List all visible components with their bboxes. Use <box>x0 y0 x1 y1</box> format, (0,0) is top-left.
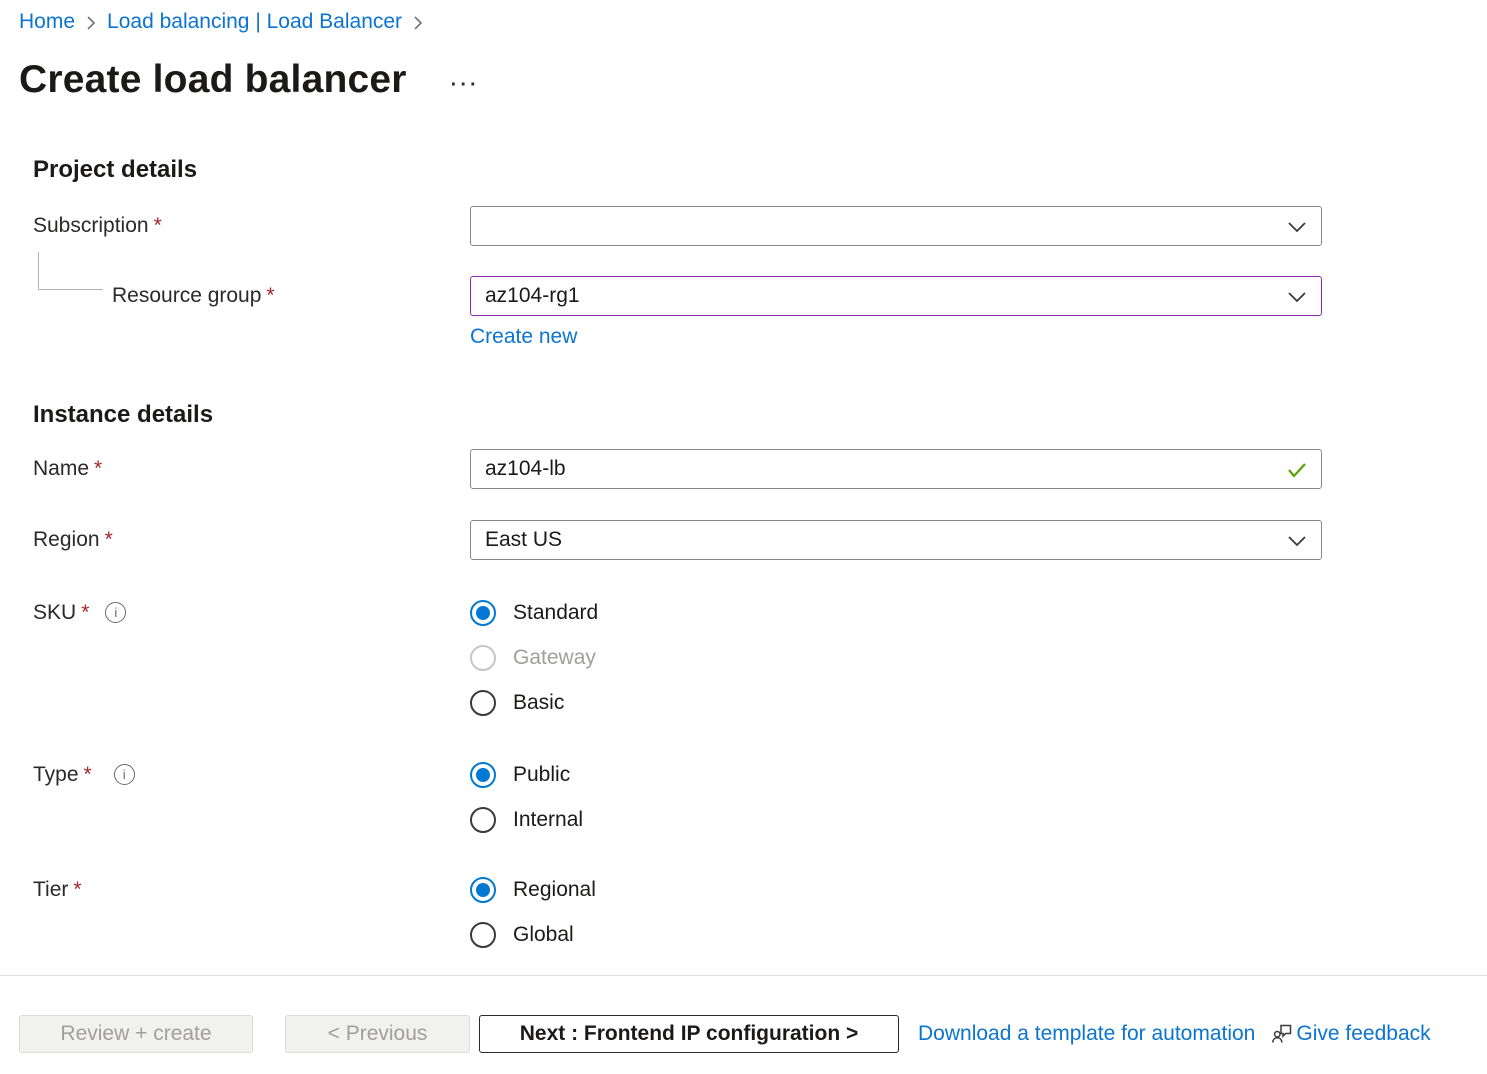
name-value: az104-lb <box>471 457 1321 481</box>
radio-circle <box>470 690 496 716</box>
required-asterisk: * <box>81 601 89 625</box>
resource-group-row: Resource group* az104-rg1 <box>33 276 1487 316</box>
info-icon[interactable]: i <box>105 602 126 623</box>
required-asterisk: * <box>105 528 113 551</box>
required-asterisk: * <box>84 763 92 787</box>
region-value: East US <box>471 528 1321 552</box>
required-asterisk: * <box>94 457 102 480</box>
breadcrumb-home-link[interactable]: Home <box>19 10 75 34</box>
chevron-down-icon <box>1285 530 1309 557</box>
name-label: Name* <box>33 457 470 481</box>
review-create-button[interactable]: Review + create <box>19 1015 253 1053</box>
type-row: Type* i Public Internal <box>33 752 1487 842</box>
sku-radio-gateway: Gateway <box>470 635 1322 680</box>
next-frontend-ip-button[interactable]: Next : Frontend IP configuration > <box>479 1015 899 1053</box>
validation-check-icon <box>1285 459 1309 486</box>
region-row: Region* East US <box>33 520 1487 560</box>
create-load-balancer-page: Home Load balancing | Load Balancer Crea… <box>0 0 1487 1074</box>
subscription-label: Subscription* <box>33 214 470 238</box>
sku-row: SKU* i Standard Gateway Basic <box>33 590 1487 725</box>
resource-group-value: az104-rg1 <box>471 284 1321 308</box>
give-feedback-link[interactable]: Give feedback <box>1296 1022 1430 1046</box>
more-options-icon[interactable]: ··· <box>451 75 480 95</box>
chevron-down-icon <box>1285 286 1309 313</box>
breadcrumb-load-balancing-link[interactable]: Load balancing | Load Balancer <box>107 10 402 34</box>
tier-label: Tier* <box>33 867 470 912</box>
page-title: Create load balancer <box>19 58 407 102</box>
name-row: Name* az104-lb <box>33 449 1487 489</box>
sku-radio-basic[interactable]: Basic <box>470 680 1322 725</box>
radio-circle <box>470 877 496 903</box>
required-asterisk: * <box>154 214 162 237</box>
subscription-dropdown[interactable] <box>470 206 1322 246</box>
required-asterisk: * <box>266 284 274 307</box>
give-feedback-wrap[interactable]: Give feedback <box>1271 1019 1430 1050</box>
radio-circle <box>470 762 496 788</box>
project-details-block: Subscription* Resource group* <box>33 206 1487 349</box>
tier-radio-regional[interactable]: Regional <box>470 867 1322 912</box>
resource-group-dropdown[interactable]: az104-rg1 <box>470 276 1322 316</box>
breadcrumb: Home Load balancing | Load Balancer <box>0 0 1487 34</box>
download-template-link[interactable]: Download a template for automation <box>918 1022 1255 1046</box>
chevron-right-icon <box>412 14 424 32</box>
create-form: Project details Subscription* <box>33 156 1487 957</box>
previous-button[interactable]: < Previous <box>285 1015 470 1053</box>
radio-circle <box>470 922 496 948</box>
feedback-icon <box>1271 1022 1294 1050</box>
tier-radio-group: Regional Global <box>470 867 1322 957</box>
name-input[interactable]: az104-lb <box>470 449 1322 489</box>
chevron-right-icon <box>85 14 97 32</box>
sku-radio-standard[interactable]: Standard <box>470 590 1322 635</box>
info-icon[interactable]: i <box>114 764 135 785</box>
type-radio-public[interactable]: Public <box>470 752 1322 797</box>
radio-circle <box>470 645 496 671</box>
project-details-heading: Project details <box>33 156 1487 184</box>
subscription-resource-connector-line <box>38 252 103 290</box>
type-label: Type* i <box>33 752 470 797</box>
region-label: Region* <box>33 528 470 552</box>
subscription-row: Subscription* <box>33 206 1487 246</box>
instance-details-heading: Instance details <box>33 401 1487 429</box>
sku-radio-group: Standard Gateway Basic <box>470 590 1322 725</box>
required-asterisk: * <box>73 878 81 902</box>
title-row: Create load balancer ··· <box>0 58 1487 102</box>
sku-label: SKU* i <box>33 590 470 635</box>
radio-circle <box>470 807 496 833</box>
footer-bar: Review + create < Previous Next : Fronte… <box>0 975 1487 1074</box>
tier-radio-global[interactable]: Global <box>470 912 1322 957</box>
region-dropdown[interactable]: East US <box>470 520 1322 560</box>
tier-row: Tier* Regional Global <box>33 867 1487 957</box>
type-radio-group: Public Internal <box>470 752 1322 842</box>
create-new-link[interactable]: Create new <box>470 325 577 349</box>
radio-circle <box>470 600 496 626</box>
chevron-down-icon <box>1285 216 1309 243</box>
type-radio-internal[interactable]: Internal <box>470 797 1322 842</box>
